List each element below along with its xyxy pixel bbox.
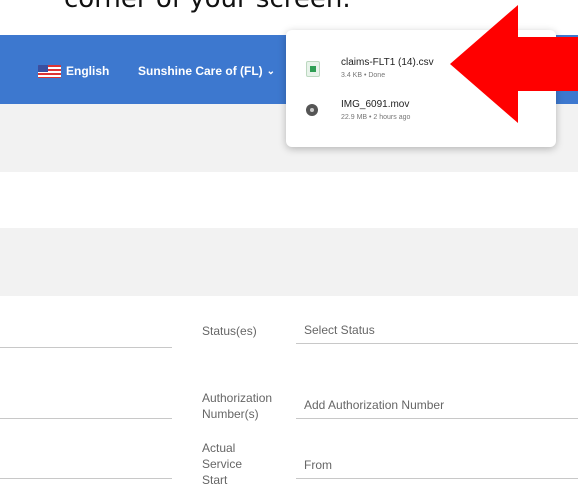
status-select[interactable]: Select Status [304, 323, 375, 337]
download-filename: claims-FLT1 (14).csv [341, 57, 434, 68]
download-meta: 22.9 MB • 2 hours ago [341, 114, 411, 121]
service-start-underline [296, 478, 578, 479]
service-start-from-input[interactable]: From [304, 458, 332, 472]
left-field-underline[interactable] [0, 347, 172, 348]
organization-label: Sunshine Care of (FL) [138, 64, 263, 78]
chevron-down-icon: ⌄ [266, 65, 276, 77]
authorization-underline [296, 418, 578, 419]
organization-selector[interactable]: Sunshine Care of (FL) ⌄ [138, 64, 275, 78]
csv-file-icon [306, 61, 320, 77]
status-label: Status(es) [202, 324, 257, 338]
video-file-icon [306, 104, 318, 116]
service-start-label: Actual Service Start [202, 441, 243, 487]
language-label: English [66, 64, 110, 78]
section-header-band [0, 228, 578, 296]
download-filename: IMG_6091.mov [341, 99, 410, 110]
download-meta: 3.4 KB • Done [341, 72, 386, 79]
language-selector[interactable]: English [38, 64, 109, 78]
status-underline [296, 343, 578, 344]
authorization-label: Authorization Number(s) [202, 391, 273, 421]
us-flag-icon [38, 64, 61, 78]
instruction-caption: corner of your screen. [64, 0, 351, 14]
authorization-input[interactable]: Add Authorization Number [304, 398, 444, 412]
red-arrow-icon [450, 5, 578, 123]
left-field-underline[interactable] [0, 418, 172, 419]
left-field-underline[interactable] [0, 478, 172, 479]
